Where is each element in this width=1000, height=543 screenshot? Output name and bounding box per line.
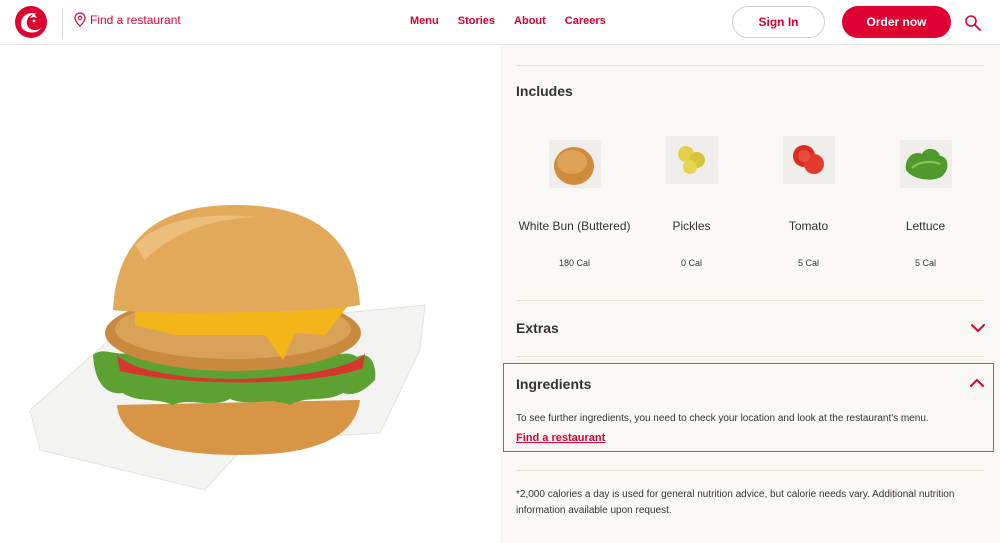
divider-footnote — [516, 470, 984, 471]
include-item-name: Tomato — [788, 219, 829, 233]
includes-list: White Bun (Buttered) 180 Cal Pickles 0 C… — [516, 136, 984, 285]
ingredients-text: To see further ingredients, you need to … — [516, 413, 929, 424]
include-item-cal: 5 Cal — [914, 258, 936, 268]
lettuce-icon — [899, 140, 952, 188]
ingredients-find-restaurant-link[interactable]: Find a restaurant — [516, 432, 605, 444]
chevron-down-icon[interactable] — [970, 323, 986, 333]
sign-in-button[interactable]: Sign In — [732, 6, 825, 38]
search-icon[interactable] — [964, 14, 982, 32]
divider-includes — [516, 300, 984, 301]
divider-top — [516, 65, 984, 66]
bun-icon — [548, 140, 601, 188]
include-item-name: Pickles — [672, 219, 711, 233]
include-item-cal: 0 Cal — [680, 258, 702, 268]
nav-stories[interactable]: Stories — [458, 15, 495, 27]
site-header: Find a restaurant Menu Stories About Car… — [0, 0, 1000, 45]
nav-about[interactable]: About — [514, 15, 546, 27]
tomato-icon — [782, 136, 835, 184]
chevron-up-icon[interactable] — [969, 378, 985, 388]
find-restaurant-link[interactable]: Find a restaurant — [74, 12, 181, 27]
include-item-tomato: Tomato 5 Cal — [750, 136, 867, 268]
nav-menu[interactable]: Menu — [410, 15, 439, 27]
product-details-panel: Includes White Bun (Buttered) 180 Cal Pi… — [500, 45, 1000, 543]
divider-extras — [516, 356, 984, 357]
chicken-sandwich-image — [29, 205, 426, 491]
includes-title: Includes — [516, 83, 573, 99]
include-item-cal: 180 Cal — [558, 258, 591, 268]
header-divider — [62, 8, 63, 38]
include-item-lettuce: Lettuce 5 Cal — [867, 140, 984, 268]
include-item-name: White Bun (Buttered) — [518, 219, 631, 233]
chick-fil-a-logo[interactable] — [12, 4, 50, 40]
pickles-icon — [665, 136, 718, 184]
find-restaurant-label: Find a restaurant — [90, 12, 181, 27]
include-item-pickles: Pickles 0 Cal — [633, 136, 750, 268]
location-pin-icon — [74, 12, 86, 27]
product-image-panel — [0, 45, 500, 543]
nutrition-footnote: *2,000 calories a day is used for genera… — [516, 489, 955, 516]
ingredients-title: Ingredients — [516, 376, 592, 392]
include-item-white-bun: White Bun (Buttered) 180 Cal — [516, 140, 633, 268]
order-now-button[interactable]: Order now — [842, 6, 951, 38]
main-nav: Menu Stories About Careers — [410, 15, 606, 27]
include-item-cal: 5 Cal — [797, 258, 819, 268]
nav-careers[interactable]: Careers — [565, 15, 606, 27]
include-item-name: Lettuce — [905, 219, 946, 233]
extras-title: Extras — [516, 320, 559, 336]
